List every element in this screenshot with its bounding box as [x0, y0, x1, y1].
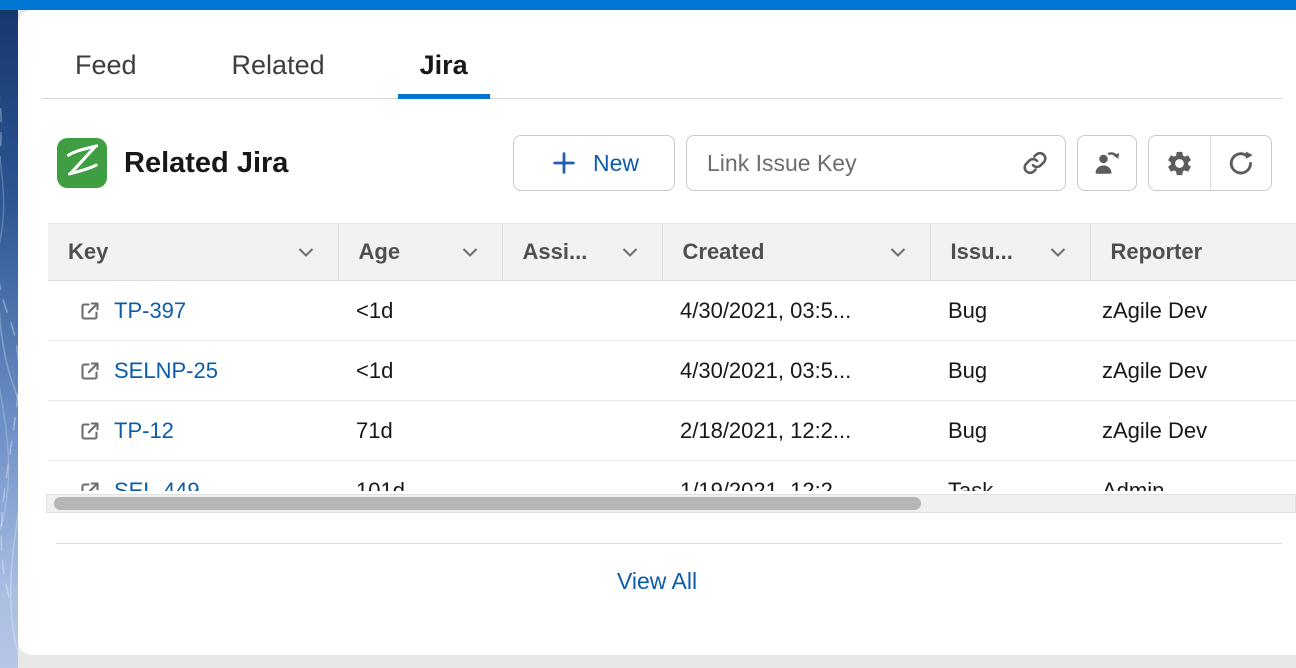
reporter-cell: Admin [1090, 461, 1296, 492]
issue-key-link[interactable]: SEL-449 [114, 478, 200, 492]
new-button-label: New [593, 150, 639, 177]
age-cell: <1d [338, 341, 502, 401]
assignee-cell [502, 281, 662, 341]
column-label: Age [359, 239, 401, 265]
footer-divider [56, 543, 1282, 544]
decorative-contour-lines [0, 0, 18, 668]
panel-title: Related Jira [124, 147, 288, 180]
column-label: Issu... [951, 239, 1013, 265]
external-link-icon[interactable] [78, 359, 102, 383]
chevron-down-icon [886, 240, 910, 264]
age-cell: 71d [338, 401, 502, 461]
related-jira-header: Related Jira New [57, 135, 1272, 191]
settings-refresh-button-group [1148, 135, 1272, 191]
external-link-icon[interactable] [78, 419, 102, 443]
panel-actions: New [513, 135, 1272, 191]
refresh-button[interactable] [1210, 136, 1271, 190]
issue-type-cell: Bug [930, 281, 1090, 341]
column-header-reporter[interactable]: Reporter [1090, 224, 1296, 281]
zagile-logo [57, 138, 107, 188]
tab-jira[interactable]: Jira [420, 50, 468, 81]
created-cell: 1/19/2021, 12:2... [662, 461, 930, 492]
horizontal-scrollbar-track[interactable] [46, 494, 1296, 513]
issue-type-cell: Bug [930, 401, 1090, 461]
column-header-age[interactable]: Age [338, 224, 502, 281]
related-jira-table-viewport: Key Age Assi... Created Issu... Reporter… [48, 223, 1296, 491]
issue-key-link[interactable]: SELNP-25 [114, 358, 218, 384]
chevron-down-icon [618, 240, 642, 264]
table-header-row: Key Age Assi... Created Issu... Reporter [48, 224, 1296, 281]
column-label: Assi... [523, 239, 588, 265]
table-row: TP-12 71d 2/18/2021, 12:2... Bug zAgile … [48, 401, 1296, 461]
issue-type-cell: Bug [930, 341, 1090, 401]
new-button[interactable]: New [513, 135, 675, 191]
column-label: Reporter [1111, 239, 1203, 265]
chevron-down-icon [458, 240, 482, 264]
external-link-icon[interactable] [78, 299, 102, 323]
column-header-issue-type[interactable]: Issu... [930, 224, 1090, 281]
issue-type-cell: Task [930, 461, 1090, 492]
external-link-icon[interactable] [78, 479, 102, 492]
related-jira-table: Key Age Assi... Created Issu... Reporter… [48, 223, 1296, 491]
column-header-key[interactable]: Key [48, 224, 338, 281]
reporter-cell: zAgile Dev [1090, 401, 1296, 461]
record-tab-bar: Feed Related Jira [42, 10, 1282, 99]
assignee-cell [502, 341, 662, 401]
column-header-assignee[interactable]: Assi... [502, 224, 662, 281]
gear-icon [1165, 149, 1194, 178]
table-row: TP-397 <1d 4/30/2021, 03:5... Bug zAgile… [48, 281, 1296, 341]
horizontal-scrollbar-thumb[interactable] [54, 497, 921, 510]
reporter-cell: zAgile Dev [1090, 341, 1296, 401]
table-row: SELNP-25 <1d 4/30/2021, 03:5... Bug zAgi… [48, 341, 1296, 401]
link-issue-key-field [686, 135, 1066, 191]
created-cell: 2/18/2021, 12:2... [662, 401, 930, 461]
column-label: Key [68, 239, 108, 265]
age-cell: <1d [338, 281, 502, 341]
column-header-created[interactable]: Created [662, 224, 930, 281]
assignee-cell [502, 461, 662, 492]
age-cell: 101d [338, 461, 502, 492]
table-row-partial: SEL-449 101d 1/19/2021, 12:2... Task Adm… [48, 461, 1296, 492]
refresh-icon [1226, 148, 1256, 178]
user-sync-button[interactable] [1077, 135, 1137, 191]
assignee-cell [502, 401, 662, 461]
user-sync-icon [1092, 148, 1122, 178]
left-background-strip [0, 0, 18, 668]
tab-feed[interactable]: Feed [75, 50, 137, 81]
link-issue-key-input[interactable] [707, 150, 1021, 177]
plus-icon [549, 148, 579, 178]
column-label: Created [683, 239, 765, 265]
created-cell: 4/30/2021, 03:5... [662, 341, 930, 401]
created-cell: 4/30/2021, 03:5... [662, 281, 930, 341]
record-detail-card: Feed Related Jira Related Jira [18, 10, 1296, 655]
brand-top-bar [0, 0, 1296, 10]
view-all-link[interactable]: View All [18, 568, 1296, 595]
settings-button[interactable] [1149, 136, 1210, 190]
chevron-down-icon [1046, 240, 1070, 264]
issue-key-link[interactable]: TP-397 [114, 298, 186, 324]
issue-key-link[interactable]: TP-12 [114, 418, 174, 444]
tab-related[interactable]: Related [232, 50, 325, 81]
chevron-down-icon [294, 240, 318, 264]
link-icon[interactable] [1021, 149, 1049, 177]
reporter-cell: zAgile Dev [1090, 281, 1296, 341]
